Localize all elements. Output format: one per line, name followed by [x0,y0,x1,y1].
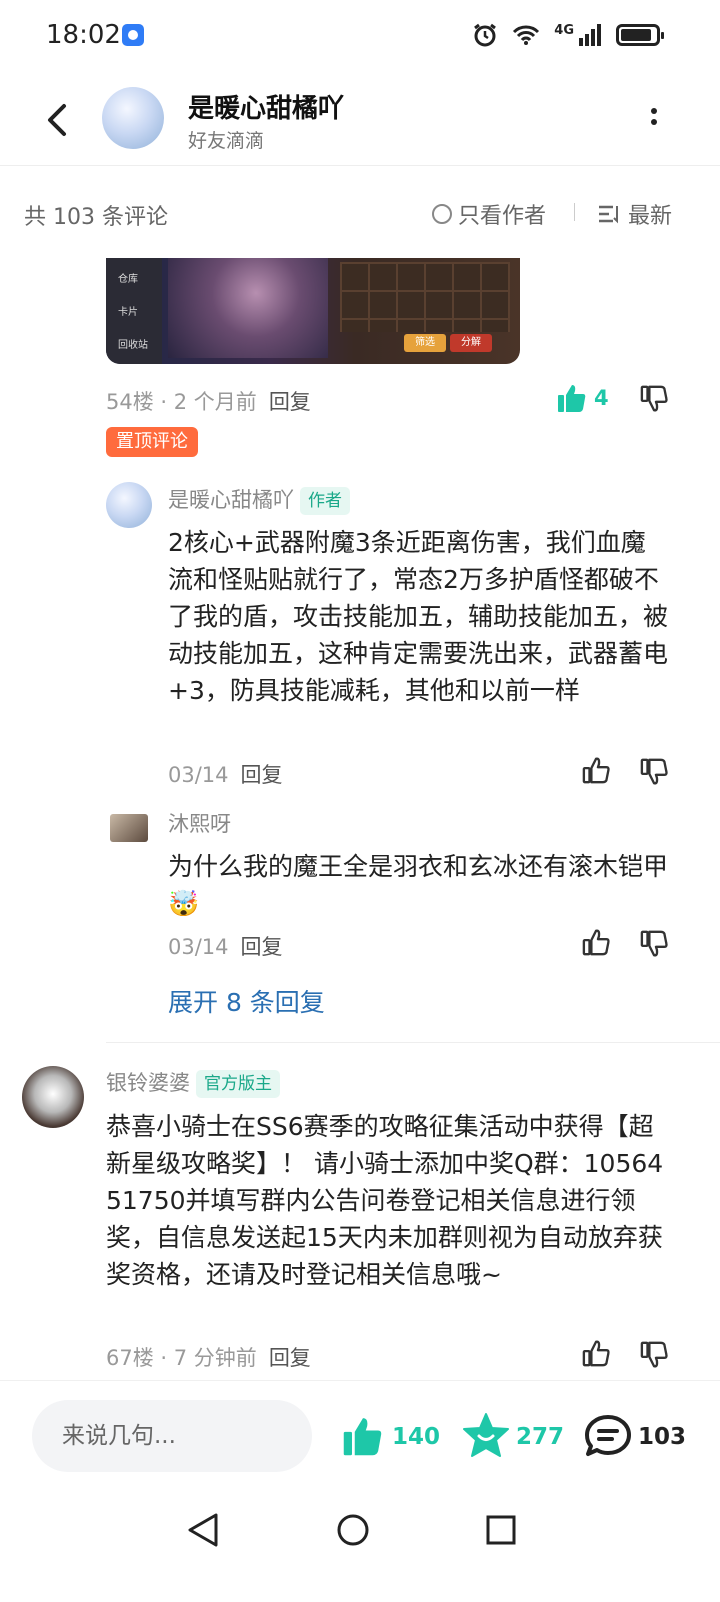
like-icon[interactable] [582,755,612,785]
sort-icon [599,205,618,224]
game-side-item: 仓库 [118,274,138,285]
comment-text: 恭喜小骑士在SS6赛季的攻略征集活动中获得【超新星级攻略奖】！ 请小骑士添加中奖… [106,1112,664,1289]
commenter-avatar[interactable] [22,1066,84,1128]
game-decompose-button: 分解 [450,334,492,352]
reply-author[interactable]: 是暖心甜橘吖 作者 [168,484,350,515]
game-inventory-grid [340,262,510,332]
author-avatar[interactable] [102,87,164,149]
sort-label: 最新 [628,204,673,229]
back-arrow-icon[interactable] [38,100,78,140]
floor-number: 54楼 [106,390,154,414]
expand-replies-link[interactable]: 展开 8 条回复 [168,983,325,1019]
post-favorite-count: 277 [516,1424,565,1450]
reply-text: 2核心+武器附魔3条近距离伤害，我们血魔流和怪贴贴就行了，常态2万多护盾怪都破不… [168,528,669,705]
post-time: 7 分钟前 [173,1346,257,1370]
floor-number: 67楼 [106,1346,154,1370]
header-divider [0,165,720,166]
dislike-icon[interactable] [640,929,670,959]
comment-image[interactable]: 仓库 卡片 回收站 筛选 分解 [106,258,520,364]
post-comment-count: 103 [638,1424,687,1450]
dislike-icon[interactable] [640,384,670,414]
game-side-item: 卡片 [118,307,138,318]
reply-button[interactable]: 回复 [241,935,283,959]
comment-divider [106,1042,720,1043]
reply-author-name: 是暖心甜橘吖 [168,488,294,512]
commenter-name[interactable]: 银铃婆婆 官方版主 [106,1067,280,1098]
reply-date: 03/14 [168,763,229,787]
sort-newest-button[interactable]: 最新 [598,198,672,230]
moderator-tag: 官方版主 [196,1070,280,1098]
comment-count: 共 103 条评论 [24,205,168,230]
alarm-icon [474,23,497,47]
like-count: 4 [594,386,609,410]
pinned-comment-tag: 置顶评论 [106,427,198,457]
reply-author-name[interactable]: 沐熙呀 [168,808,231,838]
nav-home-icon[interactable] [336,1513,370,1547]
reply-button[interactable]: 回复 [269,1346,311,1370]
reply-date: 03/14 [168,935,229,959]
favorite-star-icon[interactable] [462,1412,510,1458]
comment-bubble-icon[interactable] [584,1414,632,1458]
game-side-item: 回收站 [118,340,148,351]
status-icons: 4G [472,22,664,48]
shocked-emoji-icon: 🤯 [168,889,200,918]
author-tag: 作者 [300,487,350,515]
only-author-label: 只看作者 [458,204,547,229]
like-icon[interactable] [556,382,588,414]
nav-back-icon[interactable] [186,1512,220,1548]
signal-icon [579,24,601,46]
page-subtitle: 好友滴滴 [188,130,265,152]
post-time: 2 个月前 [173,390,257,414]
game-filter-button: 筛选 [404,334,446,352]
nav-recents-icon[interactable] [486,1515,516,1545]
battery-icon [616,24,664,46]
dislike-icon[interactable] [640,1340,670,1370]
reply-meta: 03/14 回复 [168,759,283,789]
commenter-name-text: 银铃婆婆 [106,1071,190,1095]
reply-text: 为什么我的魔王全是羽衣和玄冰还有滚木铠甲 🤯 [168,848,668,922]
comment-meta: 54楼 · 2 个月前 回复 [106,390,311,414]
post-like-count: 140 [392,1424,441,1450]
app-notification-icon [122,24,144,46]
reply-button[interactable]: 回复 [241,763,283,787]
dislike-icon[interactable] [640,757,670,787]
status-time: 18:02 [46,20,121,50]
radio-icon [432,204,452,224]
more-options-icon[interactable] [645,105,663,135]
page-title[interactable]: 是暖心甜橘吖 [188,88,344,125]
comment-meta: 67楼 · 7 分钟前 回复 [106,1346,311,1370]
reply-text-content: 为什么我的魔王全是羽衣和玄冰还有滚木铠甲 [168,852,669,881]
reply-button[interactable]: 回复 [269,390,311,414]
comment-input[interactable]: 来说几句... [32,1400,312,1472]
only-author-toggle[interactable]: 只看作者 [432,198,546,230]
like-icon[interactable] [582,927,612,957]
sort-separator [574,203,575,221]
network-label: 4G [554,22,574,38]
wifi-icon [513,25,540,45]
like-post-icon[interactable] [340,1414,386,1458]
game-character-art [168,258,328,358]
like-icon[interactable] [582,1338,612,1368]
game-sidebar: 仓库 卡片 回收站 [106,258,162,364]
reply-meta: 03/14 回复 [168,931,283,961]
reply-avatar[interactable] [110,814,148,842]
reply-avatar[interactable] [106,482,152,528]
